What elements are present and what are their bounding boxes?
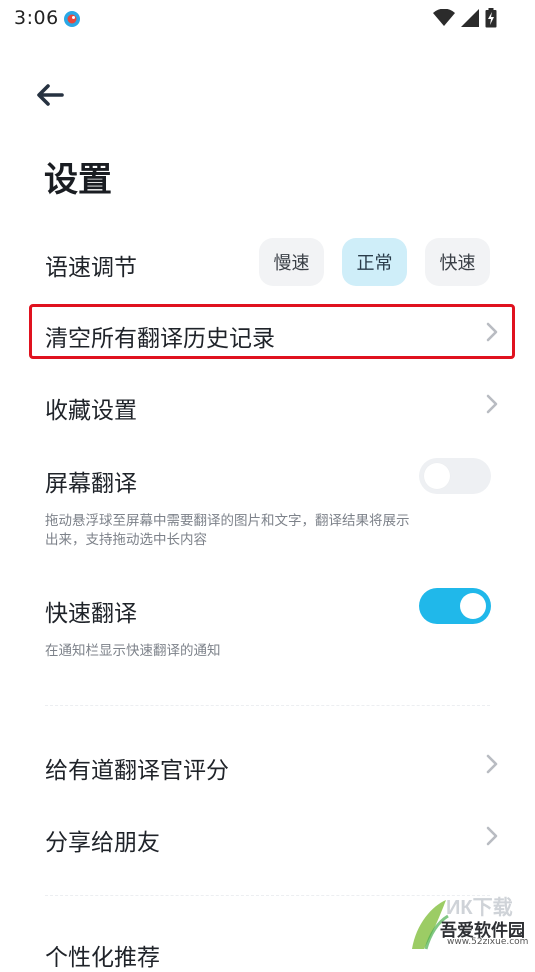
arrow-left-icon <box>37 84 64 106</box>
clear-history-row[interactable]: 清空所有翻译历史记录 <box>0 307 535 357</box>
battery-icon <box>485 8 497 28</box>
personalized-recommendation-label: 个性化推荐 <box>45 945 160 971</box>
speech-rate-label: 语速调节 <box>45 255 137 281</box>
share-label: 分享给朋友 <box>45 830 160 856</box>
section-divider <box>45 705 490 706</box>
speed-option-normal[interactable]: 正常 <box>342 238 407 286</box>
speed-option-fast[interactable]: 快速 <box>425 238 490 286</box>
back-button[interactable] <box>30 78 70 112</box>
chevron-right-icon <box>486 394 498 414</box>
status-icons <box>433 7 497 29</box>
speech-rate-options: 慢速 正常 快速 <box>259 238 490 286</box>
favorites-settings-label: 收藏设置 <box>45 398 137 424</box>
signal-icon <box>461 9 479 27</box>
favorites-settings-row[interactable]: 收藏设置 <box>0 378 535 430</box>
share-row[interactable]: 分享给朋友 <box>0 810 535 864</box>
quick-translate-toggle[interactable] <box>419 588 491 624</box>
speed-option-slow[interactable]: 慢速 <box>259 238 324 286</box>
app-notification-icon <box>64 11 80 27</box>
chevron-right-icon <box>486 826 498 846</box>
status-bar: 3:06 <box>0 0 535 38</box>
watermark-url: www.52zixue.com <box>447 937 529 947</box>
rate-app-row[interactable]: 给有道翻译官评分 <box>0 738 535 792</box>
status-time: 3:06 <box>14 7 59 29</box>
wifi-icon <box>433 9 455 26</box>
screen-translate-label: 屏幕翻译 <box>45 471 137 497</box>
quick-translate-label: 快速翻译 <box>45 601 137 627</box>
page-title: 设置 <box>44 160 112 200</box>
clear-history-label: 清空所有翻译历史记录 <box>45 326 275 352</box>
toggle-knob <box>460 593 486 619</box>
quick-translate-description: 在通知栏显示快速翻译的通知 <box>45 643 221 659</box>
toggle-knob <box>424 463 450 489</box>
rate-app-label: 给有道翻译官评分 <box>45 758 229 784</box>
screen-translate-description: 拖动悬浮球至屏幕中需要翻译的图片和文字，翻译结果将展示出来，支持拖动选中长内容 <box>45 513 410 548</box>
screen-translate-toggle[interactable] <box>419 458 491 494</box>
chevron-right-icon <box>486 754 498 774</box>
chevron-right-icon <box>486 322 498 342</box>
